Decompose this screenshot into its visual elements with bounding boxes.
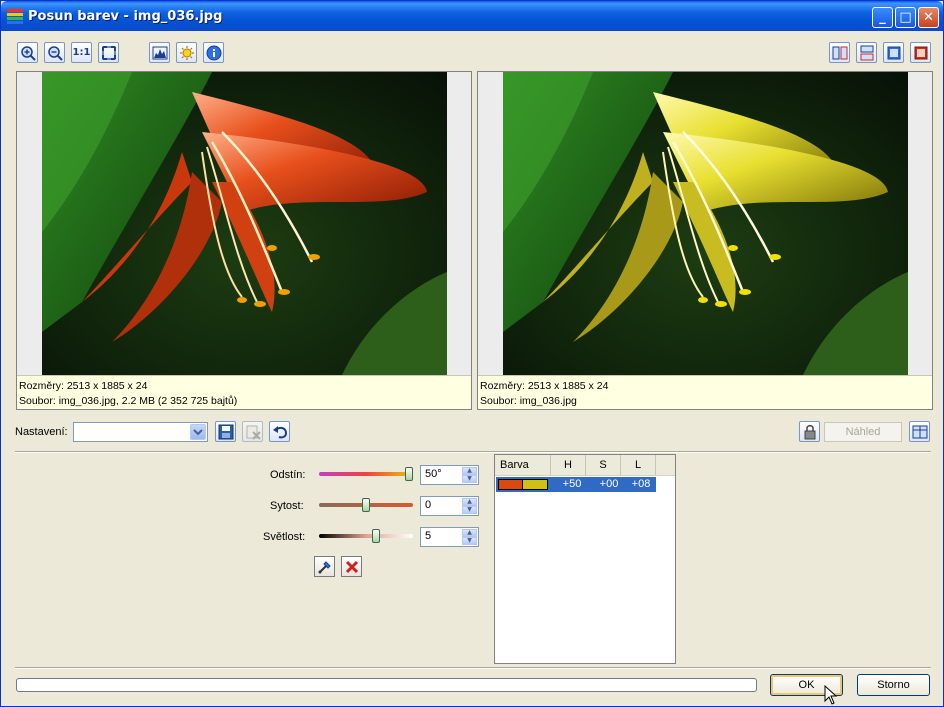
app-icon — [7, 9, 23, 24]
spin-up-icon[interactable]: ▲ — [462, 467, 477, 475]
histogram-button[interactable] — [149, 42, 170, 63]
split-vertical-icon — [832, 46, 847, 59]
actual-size-icon: 1:1 — [72, 47, 91, 58]
original-view-icon — [914, 46, 927, 59]
lightness-value: 5 — [425, 530, 432, 542]
maximize-button[interactable]: □ — [895, 7, 916, 28]
hue-slider-thumb[interactable] — [405, 467, 413, 481]
original-view-button[interactable] — [910, 42, 931, 63]
separator — [15, 451, 931, 453]
hue-spinner[interactable]: 50° ▲ ▼ — [420, 465, 479, 485]
single-view-button[interactable] — [883, 42, 904, 63]
settings-label: Nastavení: — [15, 426, 68, 438]
remove-button[interactable] — [341, 556, 362, 577]
result-image[interactable] — [503, 72, 908, 375]
bottom-separator — [15, 667, 931, 669]
column-header-s[interactable]: S — [586, 455, 621, 476]
zoom-out-button[interactable] — [44, 42, 65, 63]
saturation-slider-thumb[interactable] — [362, 498, 370, 512]
lock-button[interactable] — [799, 421, 820, 442]
settings-select[interactable] — [73, 422, 208, 442]
lightness-spinner[interactable]: 5 ▲ ▼ — [420, 527, 479, 547]
original-image[interactable] — [42, 72, 447, 375]
preview-split-icon — [912, 425, 927, 438]
zoom-in-button[interactable] — [17, 42, 38, 63]
maximize-icon: □ — [899, 10, 912, 25]
column-header-filler — [656, 455, 675, 476]
preview-split-button[interactable] — [909, 421, 930, 442]
fit-to-window-icon — [101, 45, 116, 60]
saturation-value: 0 — [425, 499, 432, 511]
lightness-slider[interactable] — [319, 534, 413, 538]
histogram-icon — [152, 46, 167, 59]
split-horizontal-button[interactable] — [856, 42, 877, 63]
undo-icon — [272, 425, 287, 438]
minimize-icon: _ — [879, 10, 886, 25]
original-image-panel: Rozměry: 2513 x 1885 x 24 Soubor: img_03… — [16, 71, 472, 410]
zoom-in-icon — [20, 45, 36, 61]
chevron-down-icon[interactable] — [190, 424, 206, 440]
target-color-swatch — [523, 479, 548, 490]
minimize-button[interactable]: _ — [872, 7, 893, 28]
remove-icon — [345, 560, 358, 573]
result-image-panel: Rozměry: 2513 x 1885 x 24 Soubor: img_03… — [477, 71, 933, 410]
table-row[interactable]: +50 +00 +08 — [496, 477, 656, 492]
spin-down-icon[interactable]: ▼ — [462, 475, 477, 483]
split-horizontal-icon — [860, 45, 873, 60]
brightness-icon — [179, 45, 194, 60]
result-file: Soubor: img_036.jpg — [480, 395, 577, 407]
zoom-out-icon — [47, 45, 63, 61]
close-icon: ✕ — [923, 10, 934, 25]
split-vertical-button[interactable] — [829, 42, 850, 63]
info-button[interactable] — [203, 42, 224, 63]
save-settings-button[interactable] — [215, 421, 236, 442]
spin-up-icon[interactable]: ▲ — [462, 498, 477, 506]
hue-value: 50° — [425, 468, 442, 480]
saturation-spinner[interactable]: 0 ▲ ▼ — [420, 496, 479, 516]
spin-down-icon[interactable]: ▼ — [462, 537, 477, 545]
undo-button[interactable] — [269, 421, 290, 442]
original-info: Rozměry: 2513 x 1885 x 24 Soubor: img_03… — [17, 375, 471, 409]
fit-to-window-button[interactable] — [98, 42, 119, 63]
hue-slider[interactable] — [319, 472, 413, 476]
original-file: Soubor: img_036.jpg, 2.2 MB (2 352 725 b… — [19, 395, 238, 407]
close-button[interactable]: ✕ — [918, 7, 939, 28]
lightness-label: Světlost: — [263, 531, 306, 543]
h-cell: +50 — [562, 478, 582, 490]
title-bar[interactable]: Posun barev - img_036.jpg _ □ ✕ — [1, 1, 943, 31]
mouse-cursor-icon — [824, 685, 838, 705]
eyedropper-button[interactable] — [314, 556, 335, 577]
spin-down-icon[interactable]: ▼ — [462, 506, 477, 514]
lock-icon — [804, 424, 815, 439]
preview-button[interactable]: Náhled — [824, 422, 902, 442]
result-info: Rozměry: 2513 x 1885 x 24 Soubor: img_03… — [478, 375, 932, 409]
column-header-h[interactable]: H — [551, 455, 586, 476]
window-title: Posun barev - img_036.jpg — [28, 9, 223, 24]
column-header-l[interactable]: L — [621, 455, 656, 476]
source-color-swatch — [498, 479, 523, 490]
column-header-color[interactable]: Barva — [495, 455, 551, 476]
l-cell: +08 — [631, 478, 651, 490]
info-icon — [206, 45, 221, 60]
actual-size-button[interactable]: 1:1 — [71, 42, 92, 63]
lightness-slider-thumb[interactable] — [372, 529, 381, 543]
hue-label: Odstín: — [270, 469, 306, 481]
progress-bar — [16, 678, 757, 692]
color-table[interactable]: Barva H S L +50 +00 +08 — [494, 454, 676, 664]
delete-icon — [246, 425, 261, 440]
original-dimensions: Rozměry: 2513 x 1885 x 24 — [19, 380, 148, 392]
cancel-button[interactable]: Storno — [857, 674, 930, 696]
color-shift-dialog: Posun barev - img_036.jpg _ □ ✕ 1:1 Rozm… — [0, 0, 944, 707]
eyedropper-icon — [318, 560, 331, 573]
brightness-button[interactable] — [176, 42, 197, 63]
result-dimensions: Rozměry: 2513 x 1885 x 24 — [480, 380, 609, 392]
saturation-label: Sytost: — [270, 500, 304, 512]
save-icon — [218, 424, 233, 439]
single-view-icon — [887, 46, 900, 59]
spin-up-icon[interactable]: ▲ — [462, 529, 477, 537]
delete-settings-button[interactable] — [242, 421, 263, 442]
